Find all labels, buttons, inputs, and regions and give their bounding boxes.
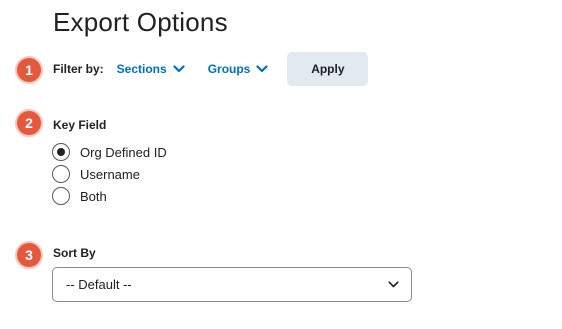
- sort-by-label: Sort By: [53, 246, 96, 260]
- sort-by-select[interactable]: -- Default --: [52, 267, 412, 302]
- groups-dropdown[interactable]: Groups: [208, 62, 269, 76]
- radio-button[interactable]: [52, 187, 70, 205]
- radio-option-org-defined-id[interactable]: Org Defined ID: [52, 141, 167, 163]
- chevron-down-icon: [388, 281, 399, 288]
- radio-button-checked[interactable]: [52, 143, 70, 161]
- chevron-down-icon: [173, 65, 185, 73]
- radio-label: Username: [80, 166, 140, 182]
- radio-option-username[interactable]: Username: [52, 163, 167, 185]
- sections-dropdown-label: Sections: [116, 62, 167, 76]
- sort-by-selected-value: -- Default --: [66, 277, 132, 292]
- sections-dropdown[interactable]: Sections: [117, 62, 185, 76]
- step-badge-1: 1: [17, 58, 41, 82]
- key-field-label: Key Field: [53, 118, 107, 132]
- page-title: Export Options: [53, 7, 228, 37]
- filter-row: Filter by: Sections Groups Apply: [53, 52, 369, 86]
- radio-option-both[interactable]: Both: [52, 185, 167, 207]
- step-badge-2: 2: [17, 111, 41, 135]
- key-field-radio-group: Org Defined ID Username Both: [52, 141, 167, 207]
- apply-button[interactable]: Apply: [287, 52, 369, 86]
- export-options-page: Export Options 1 2 3 Filter by: Sections…: [0, 0, 562, 329]
- groups-dropdown-label: Groups: [207, 62, 251, 76]
- radio-button[interactable]: [52, 165, 70, 183]
- filter-by-label: Filter by:: [53, 62, 104, 76]
- radio-label: Org Defined ID: [80, 144, 167, 160]
- radio-label: Both: [80, 188, 107, 204]
- chevron-down-icon: [256, 65, 268, 73]
- step-badge-3: 3: [17, 243, 41, 267]
